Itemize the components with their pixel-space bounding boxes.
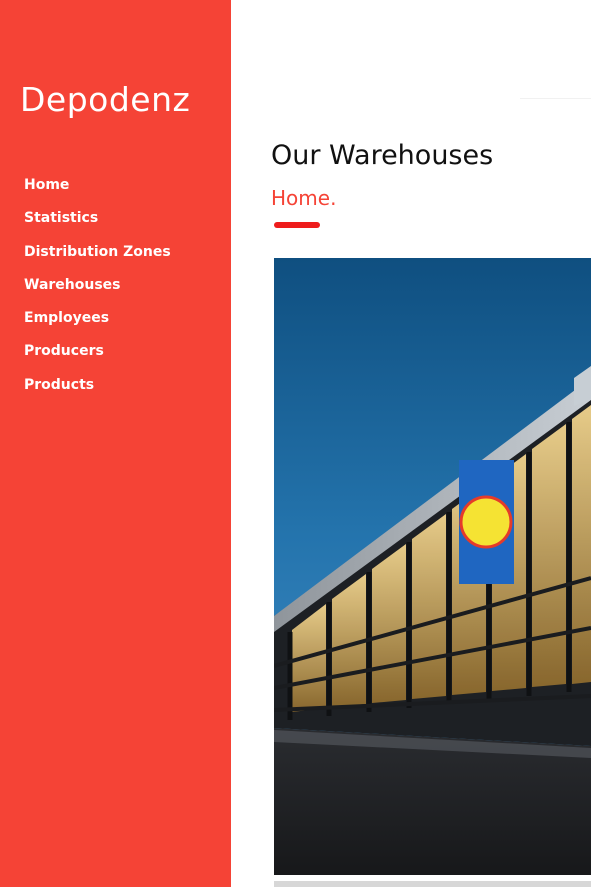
- header-divider: [520, 98, 591, 99]
- nav-item-statistics[interactable]: Statistics: [24, 208, 171, 241]
- nav-item-employees[interactable]: Employees: [24, 308, 171, 341]
- sidebar-nav: Home Statistics Distribution Zones Wareh…: [24, 175, 171, 408]
- nav-item-distribution-zones[interactable]: Distribution Zones: [24, 242, 171, 275]
- brand-logo[interactable]: Depodenz: [20, 80, 190, 119]
- warehouse-photo: [274, 258, 591, 875]
- image-caption-strip: [274, 881, 591, 887]
- nav-item-producers[interactable]: Producers: [24, 341, 171, 374]
- breadcrumb-home[interactable]: Home.: [271, 186, 336, 210]
- sidebar: Depodenz Home Statistics Distribution Zo…: [0, 0, 231, 887]
- page-title: Our Warehouses: [271, 140, 494, 171]
- nav-item-home[interactable]: Home: [24, 175, 171, 208]
- nav-item-warehouses[interactable]: Warehouses: [24, 275, 171, 308]
- title-underline: [274, 222, 320, 228]
- nav-item-products[interactable]: Products: [24, 375, 171, 408]
